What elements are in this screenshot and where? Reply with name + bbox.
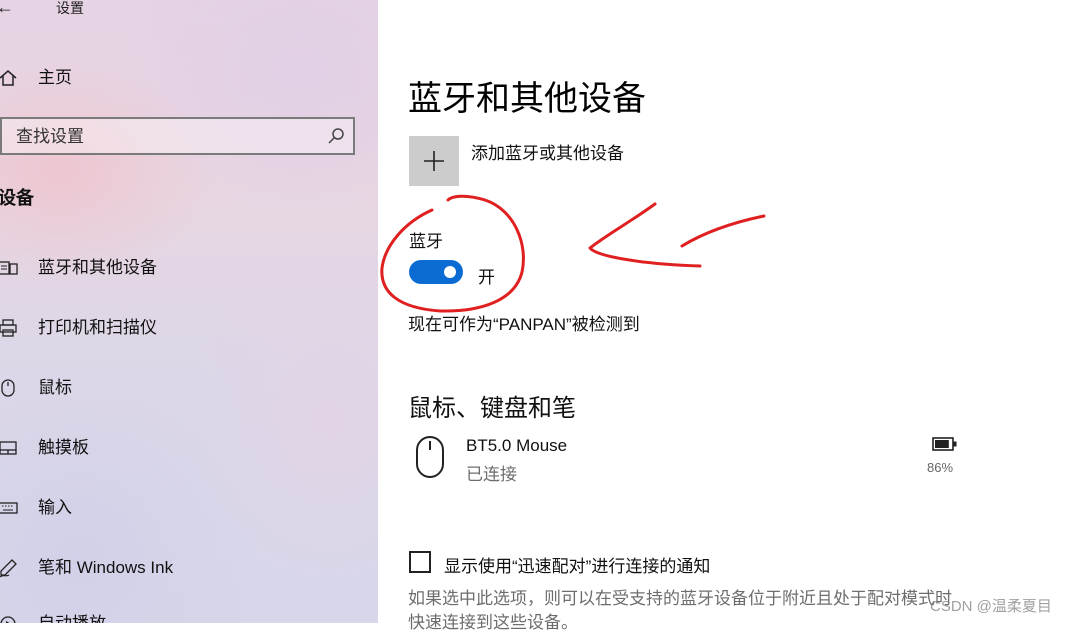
add-device-button[interactable] bbox=[409, 136, 459, 186]
sidebar: ← 设置 主页 设备 蓝牙和其他设备 打印机和扫描仪 鼠标 bbox=[0, 0, 378, 623]
search-icon[interactable] bbox=[327, 127, 345, 145]
sidebar-section-heading: 设备 bbox=[0, 188, 34, 208]
sidebar-item-label: 主页 bbox=[38, 68, 72, 87]
add-device-label[interactable]: 添加蓝牙或其他设备 bbox=[471, 139, 624, 164]
keyboard-icon bbox=[0, 498, 18, 518]
search-box[interactable] bbox=[0, 117, 355, 155]
sidebar-item-label: 输入 bbox=[38, 498, 72, 517]
sidebar-item-label: 鼠标 bbox=[38, 378, 72, 397]
autoplay-icon bbox=[0, 614, 18, 623]
sidebar-item-touchpad[interactable]: 触摸板 bbox=[0, 432, 378, 464]
watermark: CSDN @温柔夏目 bbox=[930, 598, 1052, 615]
toggle-knob bbox=[444, 266, 456, 278]
swift-pair-label[interactable]: 显示使用“迅速配对”进行连接的通知 bbox=[444, 552, 710, 577]
printer-icon bbox=[0, 318, 18, 338]
sidebar-item-label: 触摸板 bbox=[38, 438, 89, 457]
sidebar-item-printers[interactable]: 打印机和扫描仪 bbox=[0, 312, 378, 344]
sidebar-item-pen[interactable]: 笔和 Windows Ink bbox=[0, 552, 378, 584]
battery-icon bbox=[932, 437, 957, 451]
home-icon bbox=[0, 68, 18, 88]
battery-level: 86% bbox=[927, 460, 954, 475]
pen-icon bbox=[0, 558, 18, 578]
bluetooth-label: 蓝牙 bbox=[409, 232, 443, 251]
swift-pair-checkbox[interactable] bbox=[409, 551, 431, 573]
bluetooth-toggle[interactable] bbox=[409, 260, 463, 284]
sidebar-item-autoplay[interactable]: 自动播放 bbox=[0, 608, 378, 623]
page-title: 蓝牙和其他设备 bbox=[408, 79, 646, 118]
back-arrow-icon[interactable]: ← bbox=[0, 0, 14, 16]
mouse-icon bbox=[0, 378, 18, 398]
sidebar-item-label: 蓝牙和其他设备 bbox=[38, 258, 157, 277]
sidebar-item-mouse[interactable]: 鼠标 bbox=[0, 372, 378, 404]
sidebar-item-label: 自动播放 bbox=[38, 613, 106, 623]
search-input[interactable] bbox=[14, 124, 318, 150]
sidebar-item-home[interactable]: 主页 bbox=[0, 62, 200, 94]
plus-icon bbox=[424, 151, 444, 171]
touchpad-icon bbox=[0, 438, 18, 458]
device-status: 已连接 bbox=[466, 465, 517, 484]
section-heading-mouse-keyboard-pen: 鼠标、键盘和笔 bbox=[408, 395, 576, 422]
sidebar-item-bluetooth[interactable]: 蓝牙和其他设备 bbox=[0, 252, 378, 284]
swift-pair-description: 如果选中此选项，则可以在受支持的蓝牙设备位于附近且处于配对模式时快速连接到这些设… bbox=[408, 589, 952, 632]
sidebar-item-typing[interactable]: 输入 bbox=[0, 492, 378, 524]
bluetooth-keyboard-icon bbox=[0, 258, 18, 278]
sidebar-item-label: 笔和 Windows Ink bbox=[38, 558, 174, 577]
mouse-icon bbox=[416, 436, 444, 478]
bluetooth-state-label: 开 bbox=[478, 268, 495, 287]
main-content: 蓝牙和其他设备 添加蓝牙或其他设备 蓝牙 开 现在可作为“PANPAN”被检测到… bbox=[378, 0, 1077, 632]
window-title: 设置 bbox=[56, 0, 84, 16]
discoverable-text: 现在可作为“PANPAN”被检测到 bbox=[408, 315, 640, 334]
device-name: BT5.0 Mouse bbox=[466, 436, 568, 455]
sidebar-item-label: 打印机和扫描仪 bbox=[38, 318, 157, 337]
